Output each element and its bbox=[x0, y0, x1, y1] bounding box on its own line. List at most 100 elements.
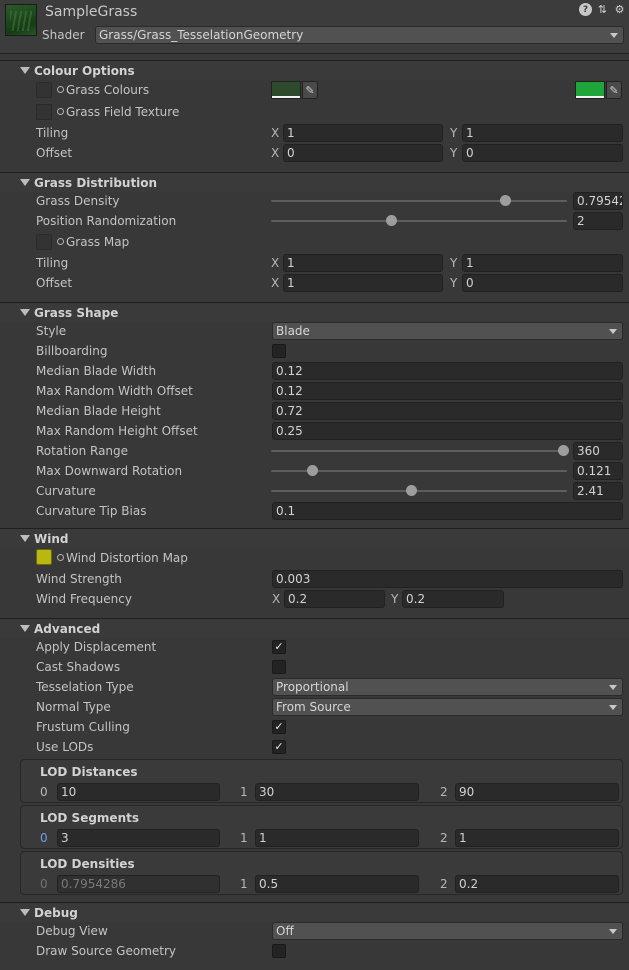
offset-x-field[interactable]: 0 bbox=[283, 144, 443, 162]
frustum-culling-checkbox[interactable]: ✓ bbox=[272, 720, 286, 734]
x-axis-label: X bbox=[271, 276, 280, 290]
wind-distortion-texture-slot[interactable] bbox=[36, 549, 52, 565]
rotation-range-field[interactable]: 360 bbox=[573, 442, 623, 460]
lod-segments-group: LOD Segments 0 3 1 1 2 1 bbox=[20, 805, 623, 849]
x-axis-label: X bbox=[272, 592, 281, 606]
foldout-triangle-icon bbox=[20, 909, 30, 916]
eyedropper-icon[interactable]: ✎ bbox=[302, 81, 318, 99]
tiling-x-field[interactable]: 1 bbox=[283, 254, 443, 272]
curvature-slider[interactable] bbox=[271, 490, 567, 492]
material-title: SampleGrass bbox=[45, 4, 138, 20]
shader-dropdown[interactable]: Grass/Grass_TesselationGeometry bbox=[95, 26, 624, 44]
index-label: 1 bbox=[240, 785, 248, 799]
offset-y-field[interactable]: 0 bbox=[462, 144, 623, 162]
debug-view-dropdown[interactable]: Off bbox=[272, 922, 623, 940]
y-axis-label: Y bbox=[450, 126, 458, 140]
chevron-down-icon bbox=[609, 685, 617, 690]
frustum-culling-label: Frustum Culling bbox=[36, 720, 130, 734]
lod-distance-2-field[interactable]: 90 bbox=[455, 783, 619, 801]
slider-handle[interactable] bbox=[558, 445, 569, 456]
wind-frequency-y-field[interactable]: 0.2 bbox=[402, 590, 504, 608]
draw-source-geometry-checkbox[interactable] bbox=[272, 944, 286, 958]
lod-segment-2-field[interactable]: 1 bbox=[455, 829, 619, 847]
section-debug[interactable]: Debug bbox=[0, 902, 629, 922]
curvature-label: Curvature bbox=[36, 484, 96, 498]
position-randomization-slider[interactable] bbox=[271, 220, 567, 222]
apply-displacement-checkbox[interactable]: ✓ bbox=[272, 640, 286, 654]
max-random-height-field[interactable]: 0.25 bbox=[272, 422, 623, 440]
object-picker-icon[interactable] bbox=[57, 238, 64, 245]
grass-colours-label: Grass Colours bbox=[66, 83, 150, 97]
index-label: 1 bbox=[240, 831, 248, 845]
lod-distance-1-field[interactable]: 30 bbox=[255, 783, 419, 801]
colour-swatch-2[interactable] bbox=[575, 81, 605, 99]
max-downward-rotation-field[interactable]: 0.121 bbox=[573, 462, 623, 480]
normal-type-value: From Source bbox=[276, 700, 351, 714]
offset-x-field[interactable]: 1 bbox=[283, 274, 443, 292]
offset-y-field[interactable]: 0 bbox=[462, 274, 623, 292]
slider-handle[interactable] bbox=[386, 215, 397, 226]
slider-handle[interactable] bbox=[406, 485, 417, 496]
tiling-x-field[interactable]: 1 bbox=[283, 124, 443, 142]
max-random-width-field[interactable]: 0.12 bbox=[272, 382, 623, 400]
curvature-field[interactable]: 2.41 bbox=[573, 482, 623, 500]
object-picker-icon[interactable] bbox=[57, 554, 64, 561]
colour-swatch-1[interactable] bbox=[271, 81, 301, 99]
tiling-y-field[interactable]: 1 bbox=[462, 124, 623, 142]
use-lods-checkbox[interactable]: ✓ bbox=[272, 740, 286, 754]
median-blade-width-field[interactable]: 0.12 bbox=[272, 362, 623, 380]
texture-slot[interactable] bbox=[36, 234, 52, 250]
lod-distances-group: LOD Distances 0 10 1 30 2 90 bbox=[20, 759, 623, 803]
texture-slot[interactable] bbox=[36, 104, 52, 120]
lod-density-2-field[interactable]: 0.2 bbox=[455, 875, 619, 893]
lod-segment-1-field[interactable]: 1 bbox=[255, 829, 419, 847]
section-grass-shape[interactable]: Grass Shape bbox=[0, 302, 629, 322]
grass-map-label: Grass Map bbox=[66, 235, 130, 249]
curvature-tip-bias-field[interactable]: 0.1 bbox=[272, 502, 623, 520]
inspector-header: SampleGrass ? ⇅ ⚙ Shader Grass/Grass_Tes… bbox=[0, 0, 629, 54]
debug-view-value: Off bbox=[276, 924, 294, 938]
draw-source-geometry-label: Draw Source Geometry bbox=[36, 944, 177, 958]
max-downward-rotation-label: Max Downward Rotation bbox=[36, 464, 183, 478]
section-title: Advanced bbox=[34, 622, 101, 636]
billboarding-checkbox[interactable] bbox=[272, 344, 286, 358]
section-advanced[interactable]: Advanced bbox=[0, 618, 629, 638]
x-axis-label: X bbox=[271, 146, 280, 160]
position-randomization-field[interactable]: 2 bbox=[573, 212, 623, 230]
index-label: 2 bbox=[440, 877, 448, 891]
lod-segments-title: LOD Segments bbox=[40, 811, 139, 825]
style-dropdown[interactable]: Blade bbox=[272, 322, 623, 340]
tiling-y-field[interactable]: 1 bbox=[462, 254, 623, 272]
slider-handle[interactable] bbox=[307, 465, 318, 476]
index-label: 0 bbox=[40, 785, 48, 799]
median-blade-height-field[interactable]: 0.72 bbox=[272, 402, 623, 420]
help-icon[interactable]: ? bbox=[579, 3, 592, 16]
lod-distance-0-field[interactable]: 10 bbox=[57, 783, 220, 801]
grass-density-field[interactable]: 0.79542 bbox=[573, 192, 623, 210]
grass-density-slider[interactable] bbox=[271, 200, 567, 202]
cast-shadows-label: Cast Shadows bbox=[36, 660, 121, 674]
sliders-icon[interactable]: ⇅ bbox=[596, 3, 609, 16]
section-grass-distribution[interactable]: Grass Distribution bbox=[0, 172, 629, 192]
wind-strength-field[interactable]: 0.003 bbox=[272, 570, 623, 588]
rotation-range-slider[interactable] bbox=[271, 450, 567, 452]
max-random-width-label: Max Random Width Offset bbox=[36, 384, 193, 398]
tesselation-type-dropdown[interactable]: Proportional bbox=[272, 678, 623, 696]
wind-frequency-x-field[interactable]: 0.2 bbox=[284, 590, 385, 608]
eyedropper-icon[interactable]: ✎ bbox=[606, 81, 622, 99]
lod-segment-0-field[interactable]: 3 bbox=[57, 829, 220, 847]
slider-handle[interactable] bbox=[500, 195, 511, 206]
debug-view-label: Debug View bbox=[36, 924, 108, 938]
cast-shadows-checkbox[interactable] bbox=[272, 660, 286, 674]
grass-field-texture-label: Grass Field Texture bbox=[66, 105, 180, 119]
normal-type-dropdown[interactable]: From Source bbox=[272, 698, 623, 716]
foldout-triangle-icon bbox=[20, 179, 30, 186]
section-colour-options[interactable]: Colour Options bbox=[0, 60, 629, 80]
texture-slot[interactable] bbox=[36, 82, 52, 98]
object-picker-icon[interactable] bbox=[57, 86, 64, 93]
section-wind[interactable]: Wind bbox=[0, 528, 629, 548]
lod-density-1-field[interactable]: 0.5 bbox=[255, 875, 419, 893]
foldout-triangle-icon bbox=[20, 625, 30, 632]
object-picker-icon[interactable] bbox=[57, 108, 64, 115]
gear-icon[interactable]: ⚙ bbox=[613, 3, 626, 16]
